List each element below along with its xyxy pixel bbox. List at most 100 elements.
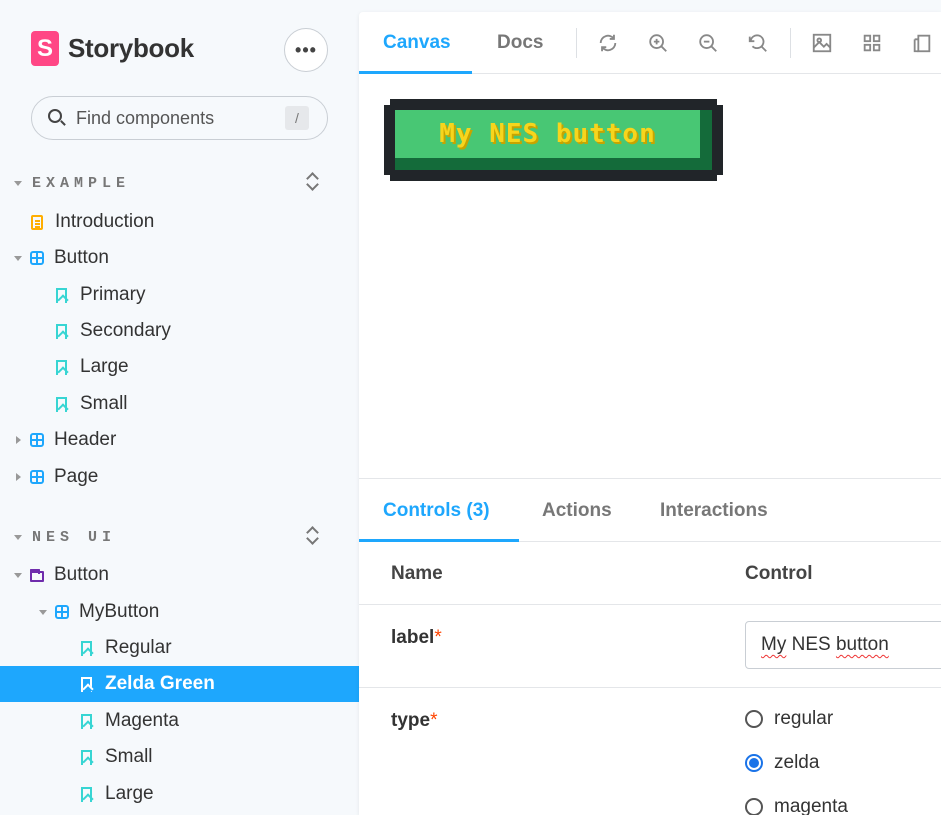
tree-item-button-folder[interactable]: Button xyxy=(0,557,359,593)
grid-icon[interactable] xyxy=(861,32,883,54)
search-icon xyxy=(48,109,66,127)
table-row-label: label* My NES button xyxy=(359,605,941,688)
toolbar-divider xyxy=(576,28,577,58)
zoom-in-icon[interactable] xyxy=(647,32,669,54)
tab-canvas[interactable]: Canvas xyxy=(383,12,451,74)
tree-item-large[interactable]: Large xyxy=(0,776,359,812)
more-options-button[interactable]: ••• xyxy=(284,28,328,72)
controls-table-header: Name Control xyxy=(359,542,941,605)
column-header-control: Control xyxy=(745,563,813,584)
tree-item-header[interactable]: Header xyxy=(0,422,359,458)
document-icon xyxy=(31,214,43,230)
caret-right-icon xyxy=(16,473,21,481)
canvas-preview: My NES button xyxy=(359,74,941,478)
tree-item-mybutton[interactable]: MyButton xyxy=(0,594,359,630)
tree-item-button[interactable]: Button xyxy=(0,240,359,276)
radio-button[interactable] xyxy=(745,798,763,815)
tree-item-label: Large xyxy=(80,356,129,377)
viewport-icon[interactable] xyxy=(911,32,933,54)
toolbar-divider xyxy=(790,28,791,58)
tree-item-page[interactable]: Page xyxy=(0,459,359,495)
tree-item-introduction[interactable]: Introduction xyxy=(0,204,359,240)
zoom-reset-icon[interactable] xyxy=(747,32,769,54)
caret-down-icon xyxy=(14,255,22,261)
tree-item-small[interactable]: Small xyxy=(0,386,359,422)
bookmark-icon xyxy=(56,359,67,375)
tree-item-regular[interactable]: Regular xyxy=(0,630,359,666)
tree-item-label: Small xyxy=(80,393,128,414)
section-label: NES UI xyxy=(32,528,117,546)
sidebar: S Storybook ••• / EXAMPLE Introduction B… xyxy=(0,0,359,815)
component-icon xyxy=(30,470,44,484)
radio-option-zelda[interactable]: zelda xyxy=(745,752,819,774)
caret-down-icon xyxy=(14,534,22,540)
tab-interactions[interactable]: Interactions xyxy=(660,479,768,542)
search-input[interactable] xyxy=(76,107,276,129)
tree-item-label: Magenta xyxy=(105,710,179,731)
nes-button-label: My NES button xyxy=(439,119,656,149)
expand-collapse-all-icon[interactable] xyxy=(306,525,318,545)
tree-item-large[interactable]: Large xyxy=(0,349,359,385)
radio-option-magenta[interactable]: magenta xyxy=(745,796,848,815)
addons-tabs: Controls (3) Actions Interactions xyxy=(359,478,941,542)
folder-icon xyxy=(30,569,44,582)
bookmark-icon xyxy=(81,786,92,802)
tree-item-secondary[interactable]: Secondary xyxy=(0,313,359,349)
storybook-logo[interactable]: S Storybook xyxy=(31,31,194,66)
background-icon[interactable] xyxy=(811,32,833,54)
search-box[interactable]: / xyxy=(31,96,328,140)
nes-button-face: My NES button xyxy=(395,110,700,158)
bookmark-icon xyxy=(56,287,67,303)
main-panel: Canvas Docs My NES button Controls (3) A… xyxy=(359,12,941,815)
tree-item-label: Zelda Green xyxy=(105,673,215,694)
required-mark: * xyxy=(430,710,438,731)
tree-item-label: Secondary xyxy=(80,320,171,341)
component-icon xyxy=(55,605,69,619)
component-icon xyxy=(30,433,44,447)
tree-item-magenta[interactable]: Magenta xyxy=(0,703,359,739)
section-header-nes-ui[interactable]: NES UI xyxy=(14,527,116,547)
component-icon xyxy=(30,251,44,265)
tree-item-primary[interactable]: Primary xyxy=(0,277,359,313)
caret-down-icon xyxy=(14,180,22,186)
radio-button[interactable] xyxy=(745,710,763,728)
zoom-out-icon[interactable] xyxy=(697,32,719,54)
nes-button[interactable]: My NES button xyxy=(384,99,723,181)
expand-collapse-all-icon[interactable] xyxy=(306,171,318,191)
tree-item-label: Button xyxy=(54,564,109,585)
caret-right-icon xyxy=(16,436,21,444)
bookmark-icon xyxy=(81,713,92,729)
tree-item-label: Regular xyxy=(105,637,172,658)
tree-item-label: Button xyxy=(54,247,109,268)
radio-label: zelda xyxy=(774,752,820,773)
label-text-input[interactable]: My NES button xyxy=(745,621,941,669)
bookmark-icon xyxy=(56,396,67,412)
tree-item-small[interactable]: Small xyxy=(0,739,359,775)
toolbar: Canvas Docs xyxy=(359,12,941,74)
caret-down-icon xyxy=(39,609,47,615)
prop-name: label* xyxy=(391,627,442,648)
radio-label: magenta xyxy=(774,796,848,815)
tab-docs[interactable]: Docs xyxy=(497,12,543,74)
tree-item-label: Primary xyxy=(80,284,146,305)
section-header-example[interactable]: EXAMPLE xyxy=(14,173,130,193)
radio-button-checked[interactable] xyxy=(745,754,763,772)
radio-option-regular[interactable]: regular xyxy=(745,708,833,730)
tab-actions[interactable]: Actions xyxy=(542,479,612,542)
prop-name: type* xyxy=(391,710,438,731)
tab-controls[interactable]: Controls (3) xyxy=(383,479,490,542)
label-value: My NES button xyxy=(761,634,889,655)
column-header-name: Name xyxy=(391,563,443,584)
tree-item-label: Page xyxy=(54,466,99,487)
required-mark: * xyxy=(434,627,442,648)
bookmark-icon xyxy=(81,749,92,765)
table-row-type: type* regular zelda magenta xyxy=(359,688,941,815)
brand-name: Storybook xyxy=(68,33,194,63)
tree-item-label: Introduction xyxy=(55,211,155,232)
section-label: EXAMPLE xyxy=(32,174,131,192)
tree-item-label: Small xyxy=(105,746,153,767)
search-shortcut-badge: / xyxy=(285,106,309,130)
reload-icon[interactable] xyxy=(597,32,619,54)
storybook-logo-icon: S xyxy=(31,31,59,66)
tree-item-zelda-green[interactable]: Zelda Green xyxy=(0,666,359,702)
